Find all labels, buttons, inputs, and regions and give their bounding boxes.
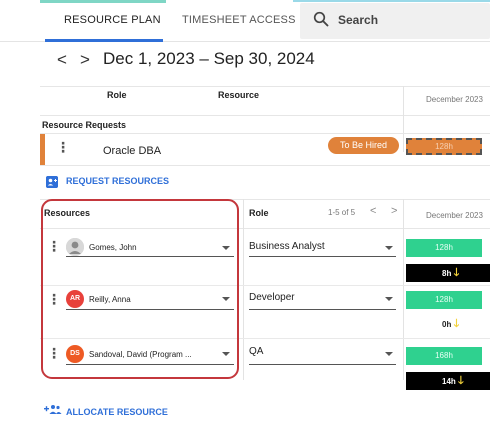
- request-hours-cell[interactable]: 128h: [406, 138, 482, 155]
- role-value[interactable]: QA: [249, 346, 263, 357]
- request-resources-button[interactable]: REQUEST RESOURCES: [66, 176, 169, 186]
- highlight-box: [41, 199, 239, 379]
- prev-period-button[interactable]: <: [57, 50, 67, 70]
- next-period-button[interactable]: >: [80, 50, 90, 70]
- group-add-icon[interactable]: [44, 404, 62, 415]
- delta-value: 0h: [442, 320, 452, 329]
- person-add-icon[interactable]: [46, 176, 58, 188]
- top-accent-line-right: [293, 0, 490, 2]
- status-badge[interactable]: To Be Hired: [328, 137, 399, 154]
- chevron-down-icon[interactable]: [385, 352, 393, 356]
- request-status-bar: [40, 134, 45, 165]
- pagination-label: 1-5 of 5: [328, 208, 356, 217]
- chevron-down-icon[interactable]: [385, 246, 393, 250]
- month-header: December 2023: [426, 95, 483, 104]
- hours-delta: 0h 🡓: [406, 315, 490, 333]
- tab-resource-plan[interactable]: RESOURCE PLAN: [64, 14, 161, 26]
- role-value[interactable]: Developer: [249, 292, 295, 303]
- allocate-resource-button[interactable]: ALLOCATE RESOURCE: [66, 407, 168, 417]
- hours-delta: 14h 🡓: [406, 372, 490, 390]
- role-dropdown-underline: [249, 364, 396, 365]
- column-header-resource: Resource: [218, 90, 260, 100]
- allocated-hours-cell[interactable]: 168h: [406, 347, 482, 365]
- search-icon[interactable]: [313, 11, 329, 27]
- arrow-down-icon: 🡓: [458, 375, 464, 387]
- role-value[interactable]: Business Analyst: [249, 241, 325, 252]
- section-title-resource-requests: Resource Requests: [42, 120, 127, 130]
- allocated-hours-cell[interactable]: 128h: [406, 291, 482, 309]
- column-divider: [403, 199, 404, 380]
- more-vert-icon[interactable]: ⋮: [56, 140, 70, 154]
- search-placeholder[interactable]: Search: [338, 13, 378, 27]
- tab-timesheet-access[interactable]: TIMESHEET ACCESS: [182, 14, 296, 26]
- request-role: Oracle DBA: [103, 145, 162, 157]
- column-header-role: Role: [249, 208, 269, 218]
- role-dropdown-underline: [249, 256, 396, 257]
- chevron-down-icon[interactable]: [385, 297, 393, 301]
- active-tab-indicator: [45, 39, 163, 42]
- page-next-button[interactable]: >: [391, 205, 397, 217]
- allocated-hours-cell[interactable]: 128h: [406, 239, 482, 257]
- arrow-down-icon: 🡓: [453, 267, 460, 279]
- delta-value: 8h: [442, 269, 452, 278]
- hours-delta: 8h 🡓: [406, 264, 490, 282]
- top-accent-line: [40, 0, 166, 3]
- arrow-down-icon: 🡓: [453, 318, 460, 330]
- delta-value: 14h: [442, 377, 456, 386]
- month-header: December 2023: [426, 211, 483, 220]
- column-divider: [243, 199, 244, 380]
- role-dropdown-underline: [249, 309, 396, 310]
- page-prev-button[interactable]: <: [370, 205, 376, 217]
- column-header-role: Role: [107, 90, 127, 100]
- date-range: Dec 1, 2023 – Sep 30, 2024: [103, 49, 315, 68]
